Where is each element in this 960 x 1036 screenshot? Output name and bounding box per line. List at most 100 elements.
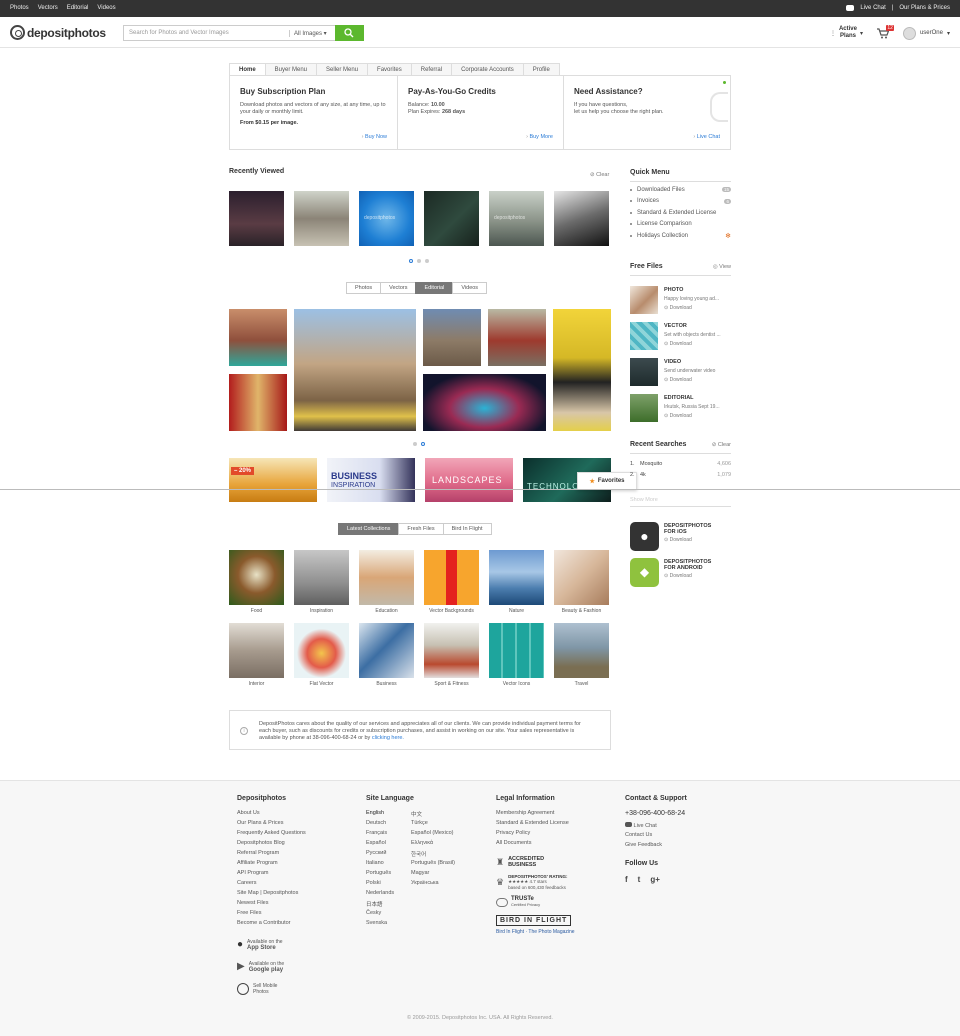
language-option[interactable]: Українська bbox=[411, 880, 481, 890]
editorial-photo-stadium[interactable] bbox=[423, 374, 546, 431]
language-option[interactable]: Português bbox=[366, 870, 411, 880]
media-tab-videos[interactable]: Videos bbox=[452, 282, 488, 294]
tab-latest-collections[interactable]: Latest Collections bbox=[338, 523, 400, 535]
language-option[interactable]: Русский bbox=[366, 850, 411, 860]
twitter-icon[interactable]: t bbox=[638, 875, 641, 884]
pager-dot[interactable] bbox=[413, 442, 417, 446]
user-menu[interactable]: userOne ▾ bbox=[902, 26, 950, 40]
footer-link[interactable]: Contact Us bbox=[625, 832, 735, 842]
quick-menu-license[interactable]: Standard & Extended License bbox=[630, 207, 731, 219]
editorial-photo-city-tram[interactable] bbox=[294, 309, 416, 431]
collection-inspiration[interactable]: Inspiration bbox=[294, 550, 349, 614]
free-file-video[interactable]: VIDEO Send underwater video ⊙ Download bbox=[630, 358, 731, 388]
bird-in-flight-logo[interactable]: BIRD IN FLIGHT bbox=[496, 915, 572, 926]
editorial-photo-cattle[interactable] bbox=[423, 309, 481, 366]
footer-link[interactable]: Free Files bbox=[237, 910, 357, 920]
language-option[interactable]: Česky bbox=[366, 910, 411, 920]
contact-link[interactable]: clicking here. bbox=[372, 735, 404, 741]
search-button[interactable] bbox=[335, 25, 364, 41]
language-option[interactable]: Magyar bbox=[411, 870, 481, 880]
recent-search-item[interactable]: 1. Mosquito 4,606 bbox=[630, 461, 731, 472]
depositphotos-logo[interactable]: depositphotos bbox=[10, 25, 106, 40]
topnav-videos[interactable]: Videos bbox=[97, 5, 115, 11]
recent-photo-portrait[interactable] bbox=[424, 191, 479, 246]
language-option[interactable]: Español (Mexico) bbox=[411, 830, 481, 840]
footer-link[interactable]: Newest Files bbox=[237, 900, 357, 910]
tab-profile[interactable]: Profile bbox=[522, 63, 560, 75]
free-file-download[interactable]: ⊙ Download bbox=[664, 413, 692, 419]
language-english[interactable]: English bbox=[366, 810, 411, 820]
active-plans-dropdown[interactable]: ⋮ Active Plans ▾ bbox=[830, 26, 863, 40]
quick-menu-holidays-collection[interactable]: Holidays Collection ❄ bbox=[630, 230, 731, 242]
google-play-badge[interactable]: ▶ Available on the Google play bbox=[237, 956, 357, 978]
pager-dot[interactable] bbox=[409, 259, 413, 263]
topnav-editorial[interactable]: Editorial bbox=[67, 5, 89, 11]
footer-link[interactable]: Frequently Asked Questions bbox=[237, 830, 357, 840]
language-option[interactable]: 中文 bbox=[411, 810, 481, 820]
tab-seller-menu[interactable]: Seller Menu bbox=[316, 63, 369, 75]
tab-buyer-menu[interactable]: Buyer Menu bbox=[264, 63, 318, 75]
quick-menu-invoices[interactable]: Invoices 6 bbox=[630, 196, 731, 208]
free-file-download[interactable]: ⊙ Download bbox=[664, 305, 692, 311]
pager-dot[interactable] bbox=[425, 259, 429, 263]
app-download[interactable]: ⊙ Download bbox=[664, 573, 692, 579]
language-option[interactable]: 日本語 bbox=[366, 900, 411, 910]
recent-photo-horse[interactable] bbox=[294, 191, 349, 246]
quick-menu-downloaded-files[interactable]: Downloaded Files 15 bbox=[630, 184, 731, 196]
collection-interior[interactable]: Interior bbox=[229, 623, 284, 687]
facebook-icon[interactable]: f bbox=[625, 875, 628, 884]
editorial-photo-celebrity-dog[interactable] bbox=[553, 309, 611, 431]
free-file-vector[interactable]: VECTOR Set with objects dentist ... ⊙ Do… bbox=[630, 322, 731, 352]
android-app-promo[interactable]: ◆ DEPOSITPHOTOS FOR ANDROID ⊙ Download bbox=[630, 557, 731, 587]
accredited-business-badge[interactable]: ♜ ACCREDITED BUSINESS bbox=[496, 853, 616, 871]
language-option[interactable]: Polski bbox=[366, 880, 411, 890]
recently-viewed-clear[interactable]: ⊘ Clear bbox=[590, 172, 609, 178]
collection-flat-vector[interactable]: Flat Vector bbox=[294, 623, 349, 687]
collection-nature[interactable]: Nature bbox=[489, 550, 544, 614]
collection-vector-backgrounds[interactable]: Vector Backgrounds bbox=[424, 550, 479, 614]
footer-link[interactable]: All Documents bbox=[496, 840, 616, 850]
footer-link[interactable]: Standard & Extended License bbox=[496, 820, 616, 830]
editorial-photo-model[interactable] bbox=[229, 309, 287, 366]
collection-travel[interactable]: Travel bbox=[554, 623, 609, 687]
promo-banner-business-inspiration[interactable]: BUSINESS INSPIRATION bbox=[327, 458, 415, 502]
language-option[interactable]: Türkçe bbox=[411, 820, 481, 830]
promo-banner-landscapes[interactable]: LANDSCAPES bbox=[425, 458, 513, 502]
recent-photo-underwater[interactable]: depositphotos bbox=[359, 191, 414, 246]
editorial-photo-drinks[interactable] bbox=[229, 374, 287, 431]
language-option[interactable]: Svenska bbox=[366, 920, 411, 930]
collection-food[interactable]: Food bbox=[229, 550, 284, 614]
app-download[interactable]: ⊙ Download bbox=[664, 537, 692, 543]
buy-now-button[interactable]: › Buy Now bbox=[362, 134, 387, 140]
sell-mobile-photos-badge[interactable]: Sell Mobile Photos bbox=[237, 978, 357, 1000]
truste-badge[interactable]: TRUSTe Certified Privacy bbox=[496, 893, 616, 911]
recent-search-item[interactable]: 2. 4k 1,079 bbox=[630, 472, 731, 483]
app-store-badge[interactable]: ● Available on the App Store bbox=[237, 934, 357, 956]
cart-button[interactable]: 12 bbox=[876, 24, 894, 39]
language-option[interactable]: Français bbox=[366, 830, 411, 840]
ios-app-promo[interactable]: ● DEPOSITPHOTOS FOR iOS ⊙ Download bbox=[630, 521, 731, 551]
tab-fresh-files[interactable]: Fresh Files bbox=[398, 523, 444, 535]
tab-bird-in-flight[interactable]: Bird In Flight bbox=[442, 523, 492, 535]
footer-link[interactable]: Become a Contributor bbox=[237, 920, 357, 930]
footer-link[interactable]: Give Feedback bbox=[625, 842, 735, 852]
recent-photo-landscape[interactable]: depositphotos bbox=[489, 191, 544, 246]
footer-link[interactable]: Depositphotos Blog bbox=[237, 840, 357, 850]
topnav-vectors[interactable]: Vectors bbox=[38, 5, 58, 11]
quick-menu-license-comparison[interactable]: License Comparison bbox=[630, 219, 731, 231]
footer-live-chat[interactable]: Live Chat bbox=[625, 822, 735, 832]
pager-dot[interactable] bbox=[421, 442, 425, 446]
free-file-editorial[interactable]: EDITORIAL Irkutsk, Russia Sept 19... ⊙ D… bbox=[630, 394, 731, 424]
rating-badge[interactable]: ♛ DEPOSITPHOTOS' RATING: ★★★★★ 4.7 stars b… bbox=[496, 871, 616, 893]
language-option[interactable]: Deutsch bbox=[366, 820, 411, 830]
footer-link[interactable]: Referral Program bbox=[237, 850, 357, 860]
media-tab-vectors[interactable]: Vectors bbox=[380, 282, 417, 294]
collection-sport-fitness[interactable]: Sport & Fitness bbox=[424, 623, 479, 687]
free-file-download[interactable]: ⊙ Download bbox=[664, 377, 692, 383]
tab-corporate-accounts[interactable]: Corporate Accounts bbox=[451, 63, 524, 75]
footer-link[interactable]: Affiliate Program bbox=[237, 860, 357, 870]
buy-more-button[interactable]: › Buy More bbox=[526, 134, 553, 140]
topbar-live-chat-link[interactable]: Live Chat bbox=[860, 5, 885, 11]
language-option[interactable]: Ελληνικά bbox=[411, 840, 481, 850]
free-file-download[interactable]: ⊙ Download bbox=[664, 341, 692, 347]
